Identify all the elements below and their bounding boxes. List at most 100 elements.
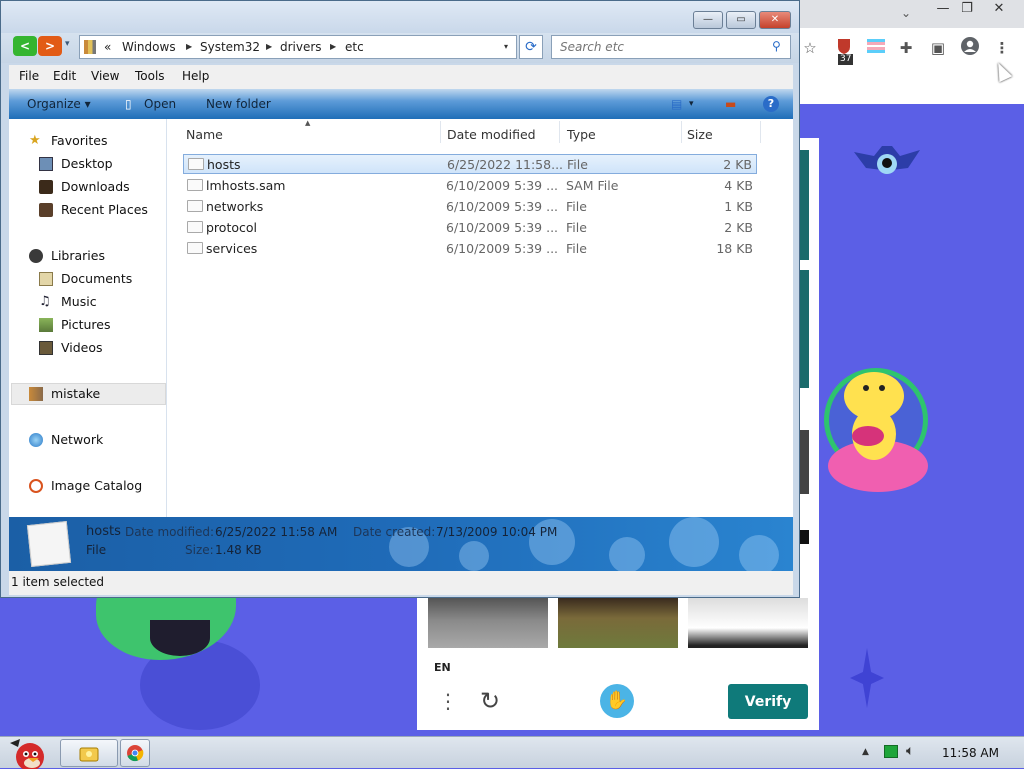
network-status-icon[interactable]	[884, 745, 898, 758]
nav-item-videos[interactable]: Videos	[39, 338, 179, 358]
column-divider[interactable]	[681, 121, 682, 143]
maximize-button[interactable]: ▭	[726, 11, 756, 29]
minimize-button[interactable]: —	[693, 11, 723, 29]
nav-item-label: Favorites	[51, 133, 108, 148]
decorative-bokeh	[609, 537, 645, 571]
menu-file[interactable]: File	[19, 69, 39, 83]
address-dropdown-icon[interactable]: ▾	[504, 42, 508, 51]
nav-item-libraries[interactable]: Libraries	[29, 246, 169, 266]
volume-icon[interactable]: 🔈︎	[906, 743, 914, 759]
decorative-bat-icon	[854, 146, 920, 174]
breadcrumb-overflow[interactable]: «	[104, 40, 111, 54]
side-panel-icon[interactable]: ▣	[926, 36, 950, 60]
nav-item-label: Downloads	[61, 179, 130, 194]
breadcrumb-system32[interactable]: System32	[200, 40, 260, 54]
captcha-image-tile[interactable]	[688, 598, 808, 648]
new-folder-button[interactable]: New folder	[206, 97, 271, 111]
explorer-title-bar[interactable]: — ▭ ✕	[1, 1, 799, 33]
nav-item-mistake[interactable]: mistake	[29, 384, 169, 404]
captcha-menu-icon[interactable]: ⋮	[438, 686, 458, 716]
file-row-protocol[interactable]: protocol 6/10/2009 5:39 ... File 2 KB	[183, 218, 757, 238]
menu-edit[interactable]: Edit	[53, 69, 76, 83]
search-icon[interactable]: ⚲	[772, 40, 784, 52]
captcha-refresh-icon[interactable]: ↻	[476, 686, 504, 716]
browser-restore-button[interactable]: ❐	[952, 0, 982, 18]
start-button-angry-bird-icon[interactable]	[6, 737, 50, 769]
verify-button[interactable]: Verify	[728, 684, 808, 719]
taskbar-chrome-button[interactable]	[120, 739, 150, 767]
breadcrumb-etc[interactable]: etc	[345, 40, 364, 54]
address-bar[interactable]: « Windows ▶ System32 ▶ drivers ▶ etc ▾	[79, 35, 517, 59]
downloads-icon	[39, 180, 53, 194]
profile-avatar-icon[interactable]	[958, 36, 982, 60]
file-size: 1 KB	[724, 199, 753, 214]
decorative-dark-shape	[150, 620, 210, 656]
column-divider[interactable]	[559, 121, 560, 143]
show-hidden-icons-icon[interactable]: ▲	[862, 747, 869, 757]
image-catalog-icon	[29, 479, 43, 493]
nav-item-label: Recent Places	[61, 202, 148, 217]
taskbar-clock[interactable]: 11:58 AM	[942, 746, 999, 760]
preview-pane-icon[interactable]: ▬	[725, 97, 736, 111]
nav-item-music[interactable]: ♫ Music	[39, 292, 179, 312]
details-pane: hosts Date modified: 6/25/2022 11:58 AM …	[9, 517, 793, 571]
back-button[interactable]: <	[13, 36, 37, 56]
breadcrumb-arrow-icon[interactable]: ▶	[186, 42, 192, 51]
nav-item-recent-places[interactable]: Recent Places	[39, 200, 179, 220]
search-input[interactable]	[551, 35, 791, 59]
file-row-services[interactable]: services 6/10/2009 5:39 ... File 18 KB	[183, 239, 757, 259]
open-file-icon: ▯	[125, 97, 132, 111]
bookmark-star-icon[interactable]: ☆	[798, 36, 822, 60]
view-options-icon[interactable]: ▤	[671, 97, 682, 111]
taskbar-explorer-button[interactable]	[60, 739, 118, 767]
extensions-puzzle-icon[interactable]: ✚	[894, 36, 918, 60]
nav-item-documents[interactable]: Documents	[39, 269, 179, 289]
recent-pages-chevron-icon[interactable]: ▾	[65, 39, 70, 49]
breadcrumb-arrow-icon[interactable]: ▶	[266, 42, 272, 51]
nav-item-favorites[interactable]: ★ Favorites	[29, 131, 169, 151]
extension-flag-icon[interactable]	[864, 36, 888, 60]
file-row-hosts[interactable]: hosts 6/25/2022 11:58... File 2 KB	[183, 154, 757, 174]
captcha-language[interactable]: EN	[434, 661, 451, 674]
column-header-date-modified[interactable]: Date modified	[447, 127, 536, 143]
menu-help[interactable]: Help	[182, 69, 209, 83]
decorative-bokeh	[459, 541, 489, 571]
help-icon[interactable]: ?	[763, 96, 779, 112]
taskbar: ▲ 🔈︎ 11:58 AM	[0, 736, 1024, 769]
breadcrumb-windows[interactable]: Windows	[122, 40, 176, 54]
network-icon	[29, 433, 43, 447]
open-button[interactable]: Open	[144, 97, 176, 111]
column-header-type[interactable]: Type	[567, 127, 596, 143]
nav-item-downloads[interactable]: Downloads	[39, 177, 179, 197]
breadcrumb-arrow-icon[interactable]: ▶	[330, 42, 336, 51]
file-row-lmhosts[interactable]: lmhosts.sam 6/10/2009 5:39 ... SAM File …	[183, 176, 757, 196]
tab-search-chevron-icon[interactable]: ⌄	[896, 6, 916, 24]
captcha-image-tile[interactable]	[428, 598, 548, 648]
refresh-icon[interactable]: ⟳	[519, 35, 543, 59]
file-date: 6/10/2009 5:39 ...	[446, 199, 559, 214]
view-chevron-down-icon[interactable]: ▾	[689, 99, 694, 109]
nav-item-label: Network	[51, 432, 104, 447]
file-row-networks[interactable]: networks 6/10/2009 5:39 ... File 1 KB	[183, 197, 757, 217]
column-divider[interactable]	[760, 121, 761, 143]
menu-view[interactable]: View	[91, 69, 119, 83]
nav-item-pictures[interactable]: Pictures	[39, 315, 179, 335]
details-date-created: 7/13/2009 10:04 PM	[436, 525, 558, 539]
organize-button[interactable]: Organize ▾	[27, 97, 91, 111]
forward-button[interactable]: >	[38, 36, 62, 56]
captcha-image-tile[interactable]	[558, 598, 678, 648]
nav-item-network[interactable]: Network	[29, 430, 169, 450]
sort-ascending-icon: ▲	[305, 119, 311, 127]
column-header-name[interactable]: Name	[186, 127, 223, 143]
organize-label: Organize	[27, 97, 81, 111]
browser-menu-icon[interactable]: ⋮	[990, 36, 1014, 60]
menu-tools[interactable]: Tools	[135, 69, 165, 83]
nav-item-desktop[interactable]: Desktop	[39, 154, 179, 174]
nav-item-image-catalog[interactable]: Image Catalog	[29, 476, 169, 496]
browser-close-button[interactable]: ✕	[984, 0, 1014, 18]
column-header-size[interactable]: Size	[687, 127, 713, 143]
file-name: hosts	[207, 157, 241, 172]
column-divider[interactable]	[440, 121, 441, 143]
breadcrumb-drivers[interactable]: drivers	[280, 40, 322, 54]
close-button[interactable]: ✕	[759, 11, 791, 29]
